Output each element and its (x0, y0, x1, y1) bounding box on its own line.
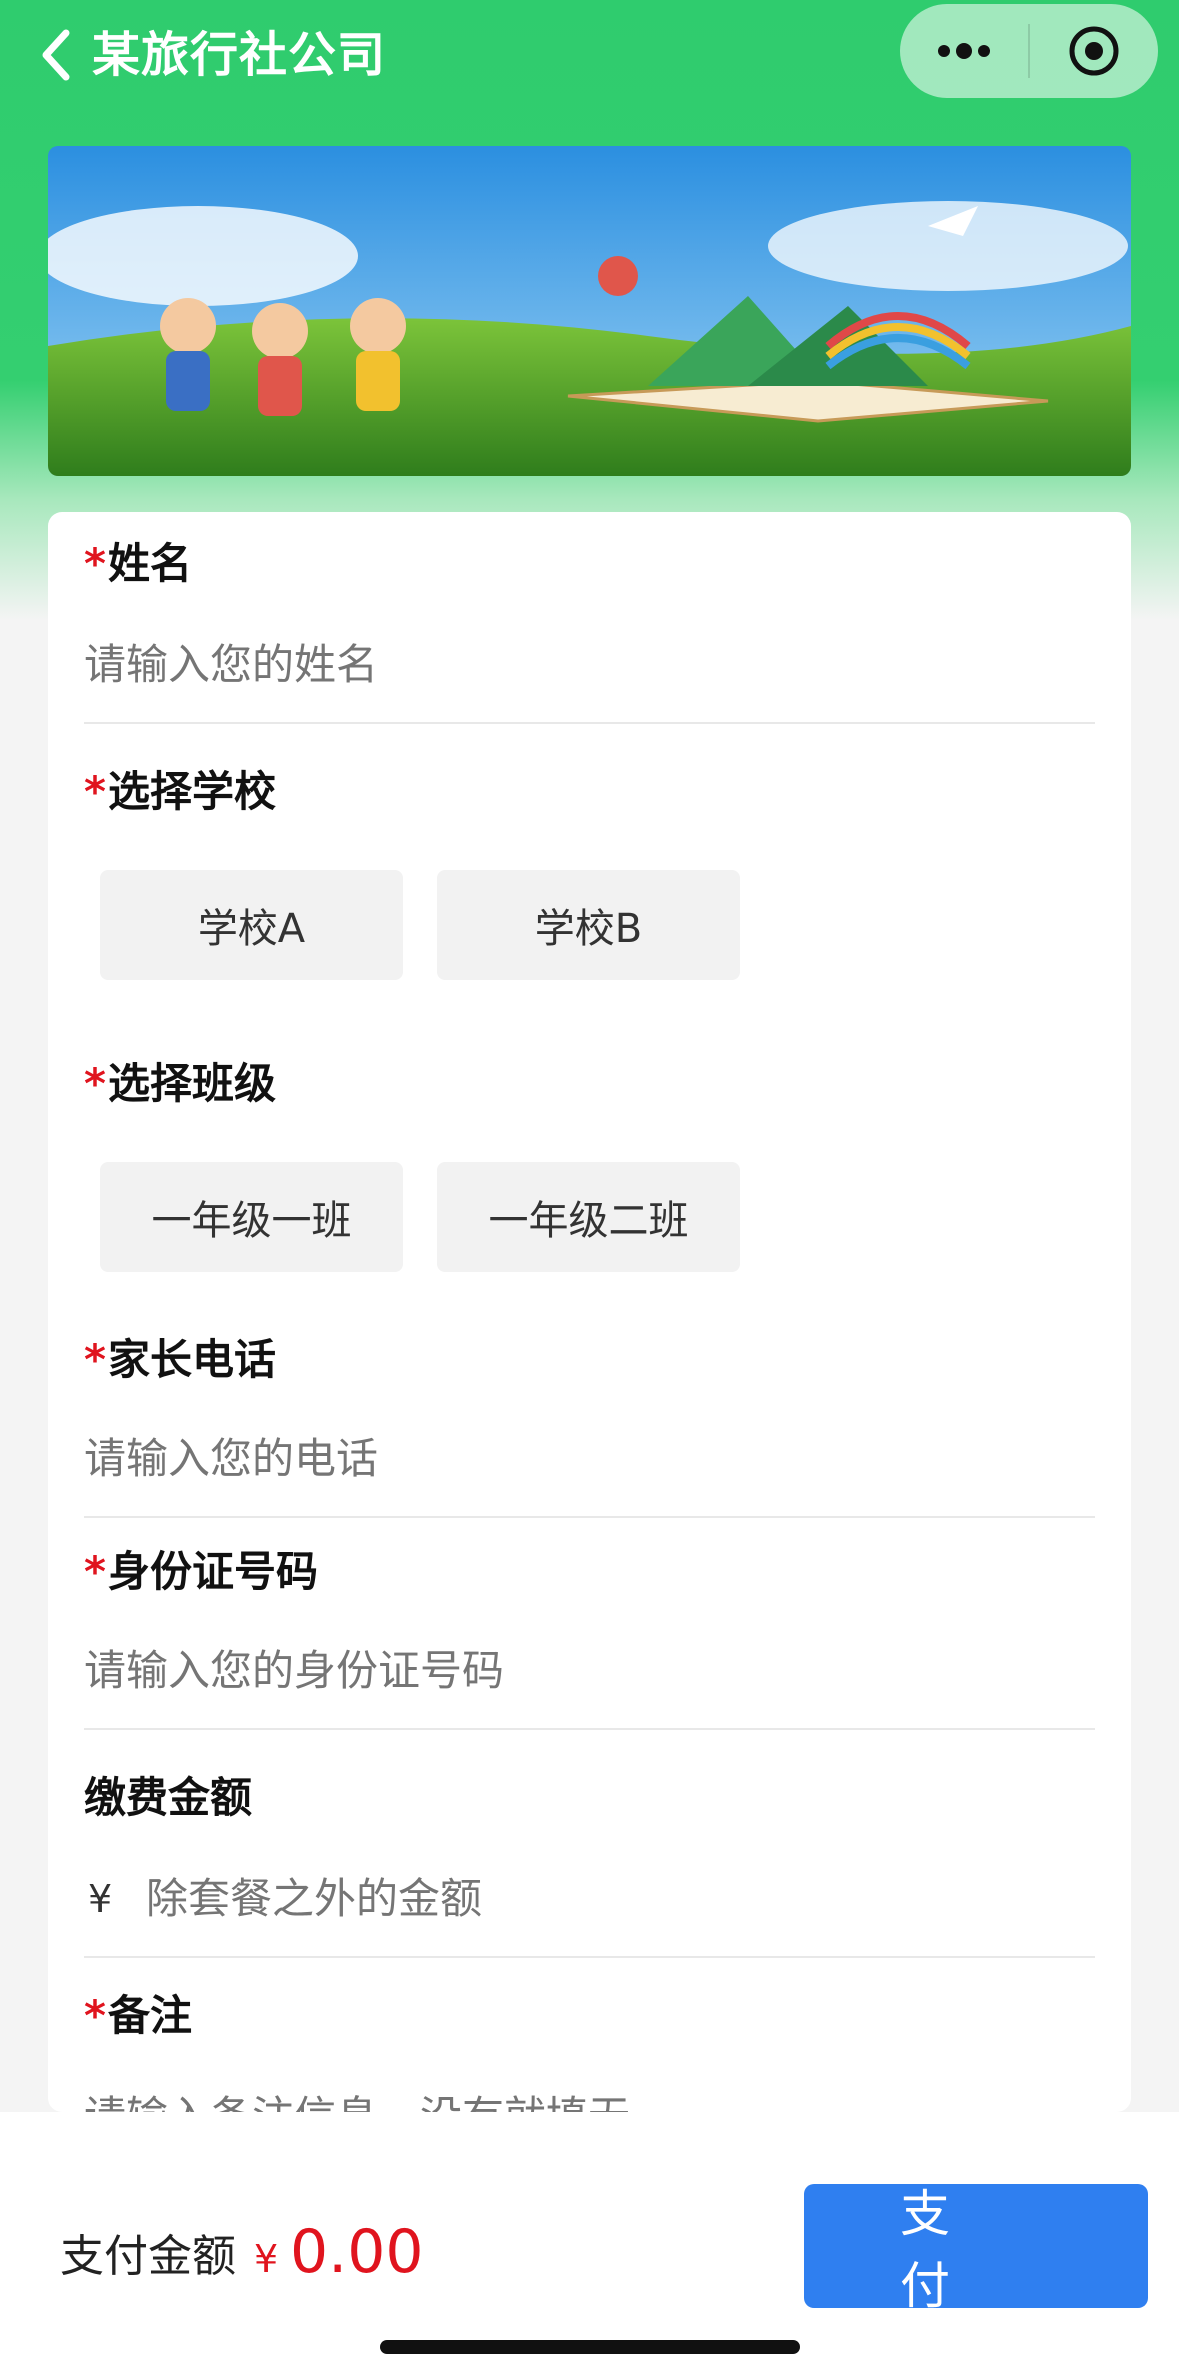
amount-input[interactable] (146, 1864, 1095, 1934)
form-card: *姓名 *选择学校 学校A 学校B *选择班级 一年级一班 一年级二班 *家长电… (48, 512, 1131, 2152)
id-number-input[interactable] (84, 1636, 1095, 1706)
required-mark: * (84, 1335, 106, 1384)
school-option-a[interactable]: 学校A (100, 870, 403, 980)
school-label-text: 选择学校 (107, 767, 276, 816)
id-number-label: *身份证号码 (84, 1542, 318, 1602)
class-option-2[interactable]: 一年级二班 (437, 1162, 740, 1272)
banner-image (48, 146, 1131, 476)
more-dots-icon (938, 43, 990, 59)
name-label: *姓名 (84, 534, 192, 594)
divider (84, 1728, 1095, 1730)
pay-button[interactable]: 支付 (804, 2184, 1148, 2315)
currency-symbol: ¥ (88, 1877, 113, 1921)
phone-input[interactable] (84, 1424, 1095, 1494)
pay-currency: ¥ (254, 2237, 279, 2281)
id-number-label-text: 身份证号码 (107, 1547, 318, 1596)
name-input[interactable] (84, 630, 1095, 700)
phone-label: *家长电话 (84, 1330, 276, 1390)
mini-program-capsule (900, 4, 1158, 98)
divider (84, 722, 1095, 724)
remark-label-text: 备注 (107, 1991, 192, 2040)
school-label: *选择学校 (84, 762, 276, 822)
nav-bar: 某旅行社公司 (0, 0, 1179, 110)
required-mark: * (84, 539, 106, 588)
required-mark: * (84, 1059, 106, 1108)
required-mark: * (84, 767, 106, 816)
divider (84, 1516, 1095, 1518)
remark-label: *备注 (84, 1986, 192, 2046)
class-label-text: 选择班级 (107, 1059, 276, 1108)
divider (84, 1956, 1095, 1958)
more-button[interactable] (900, 4, 1028, 98)
back-button[interactable] (30, 20, 80, 90)
pay-amount-value: 0.00 (290, 2217, 424, 2287)
school-option-b[interactable]: 学校B (437, 870, 740, 980)
amount-label: 缴费金额 (84, 1773, 253, 1822)
close-button[interactable] (1030, 4, 1158, 98)
class-option-1[interactable]: 一年级一班 (100, 1162, 403, 1272)
phone-label-text: 家长电话 (107, 1335, 276, 1384)
required-mark: * (84, 1991, 106, 2040)
pay-amount-label: 支付金额 (60, 2231, 236, 2282)
payment-bar: 支付金额 ¥ 0.00 支付 (0, 2112, 1179, 2378)
class-label: *选择班级 (84, 1054, 276, 1114)
required-mark: * (84, 1547, 106, 1596)
name-label-text: 姓名 (107, 539, 192, 588)
banner-illustration (48, 146, 1131, 476)
home-indicator (380, 2340, 800, 2354)
target-close-icon (1069, 26, 1119, 76)
chevron-left-icon (42, 29, 70, 81)
page-title: 某旅行社公司 (92, 27, 387, 83)
